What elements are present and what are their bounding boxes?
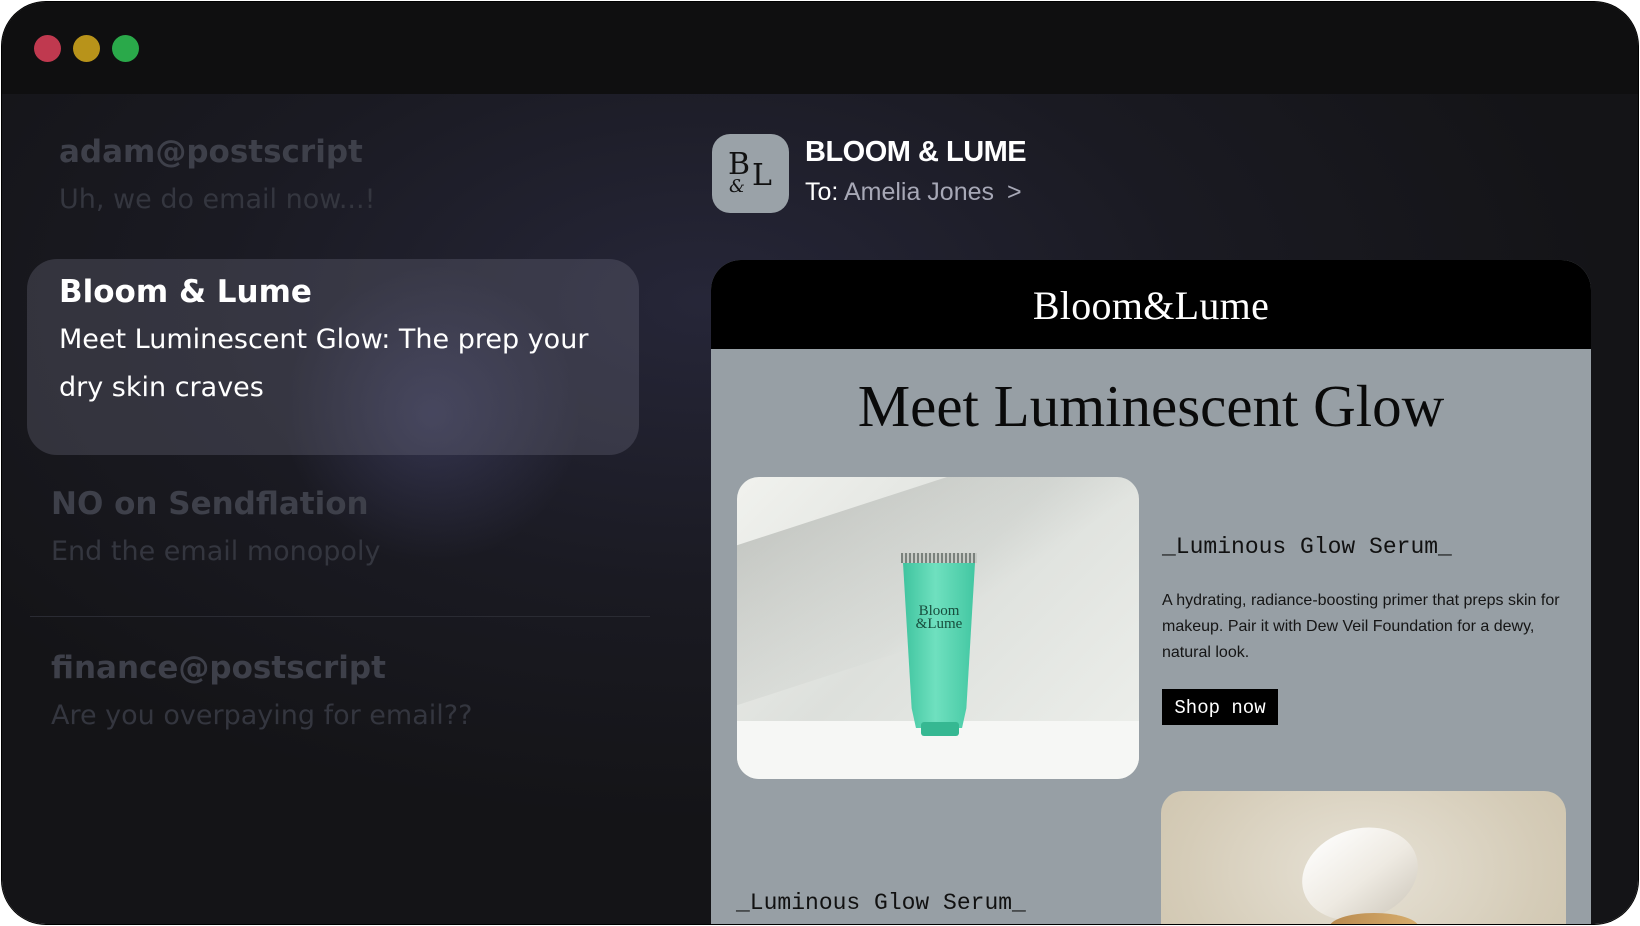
product-title: _Luminous Glow Serum_: [1162, 534, 1452, 560]
to-label: To:: [805, 178, 839, 206]
list-divider: [30, 616, 650, 617]
minimize-window-button[interactable]: [73, 35, 100, 62]
mail-subject: End the email monopoly: [51, 536, 381, 567]
email-headline: Meet Luminescent Glow: [857, 373, 1445, 439]
tube-label: Bloom &Lume: [915, 603, 963, 632]
sender-avatar[interactable]: B L &: [712, 134, 789, 213]
sender-name: BLOOM & LUME: [805, 136, 1027, 168]
mail-sender: adam@postscript: [59, 134, 363, 170]
shop-now-button[interactable]: Shop now: [1162, 689, 1278, 725]
title-bar: [2, 2, 1638, 94]
mail-list-item[interactable]: NO on Sendflation End the email monopoly: [51, 486, 380, 576]
chevron-right-icon: >: [1006, 178, 1022, 206]
tube-cap: [921, 722, 959, 736]
recipient-name[interactable]: Amelia Jones: [844, 178, 994, 206]
tube-crimp: [901, 553, 977, 563]
mail-sender: finance@postscript: [51, 650, 386, 686]
product-description: A hydrating, radiance-boosting primer th…: [1162, 592, 1560, 661]
zoom-window-button[interactable]: [112, 35, 139, 62]
mail-list-item[interactable]: adam@postscript Uh, we do email now...!: [59, 134, 375, 224]
avatar-ampersand: &: [729, 176, 746, 197]
recipient-line[interactable]: To: Amelia Jones >: [805, 178, 1022, 207]
jar-lid: [1289, 812, 1431, 924]
product-image-serum-tube[interactable]: Bloom &Lume: [737, 477, 1139, 779]
product-title: _Luminous Glow Serum_: [736, 890, 1026, 916]
email-banner: Bloom&Lume: [711, 260, 1591, 349]
email-body: Bloom&Lume Meet Luminescent Glow Bloom &…: [711, 260, 1591, 924]
mail-sender: Bloom & Lume: [59, 274, 312, 310]
mail-sender: NO on Sendflation: [51, 486, 369, 522]
avatar-letter-l: L: [752, 158, 772, 193]
mail-app-window: adam@postscript Uh, we do email now...! …: [2, 2, 1638, 924]
mail-list-item[interactable]: finance@postscript Are you overpaying fo…: [51, 650, 472, 740]
mail-list-item-selected[interactable]: Bloom & Lume Meet Luminescent Glow: The …: [59, 274, 619, 412]
close-window-button[interactable]: [34, 35, 61, 62]
mail-list: adam@postscript Uh, we do email now...! …: [2, 94, 652, 924]
product-image-jar[interactable]: [1161, 791, 1566, 924]
serum-tube: [903, 563, 975, 728]
brand-logo: Bloom&Lume: [1032, 283, 1270, 328]
mail-subject: Meet Luminescent Glow: The prep your dry…: [59, 324, 589, 403]
mail-subject: Are you overpaying for email??: [51, 700, 473, 731]
mail-subject: Uh, we do email now...!: [59, 184, 376, 215]
